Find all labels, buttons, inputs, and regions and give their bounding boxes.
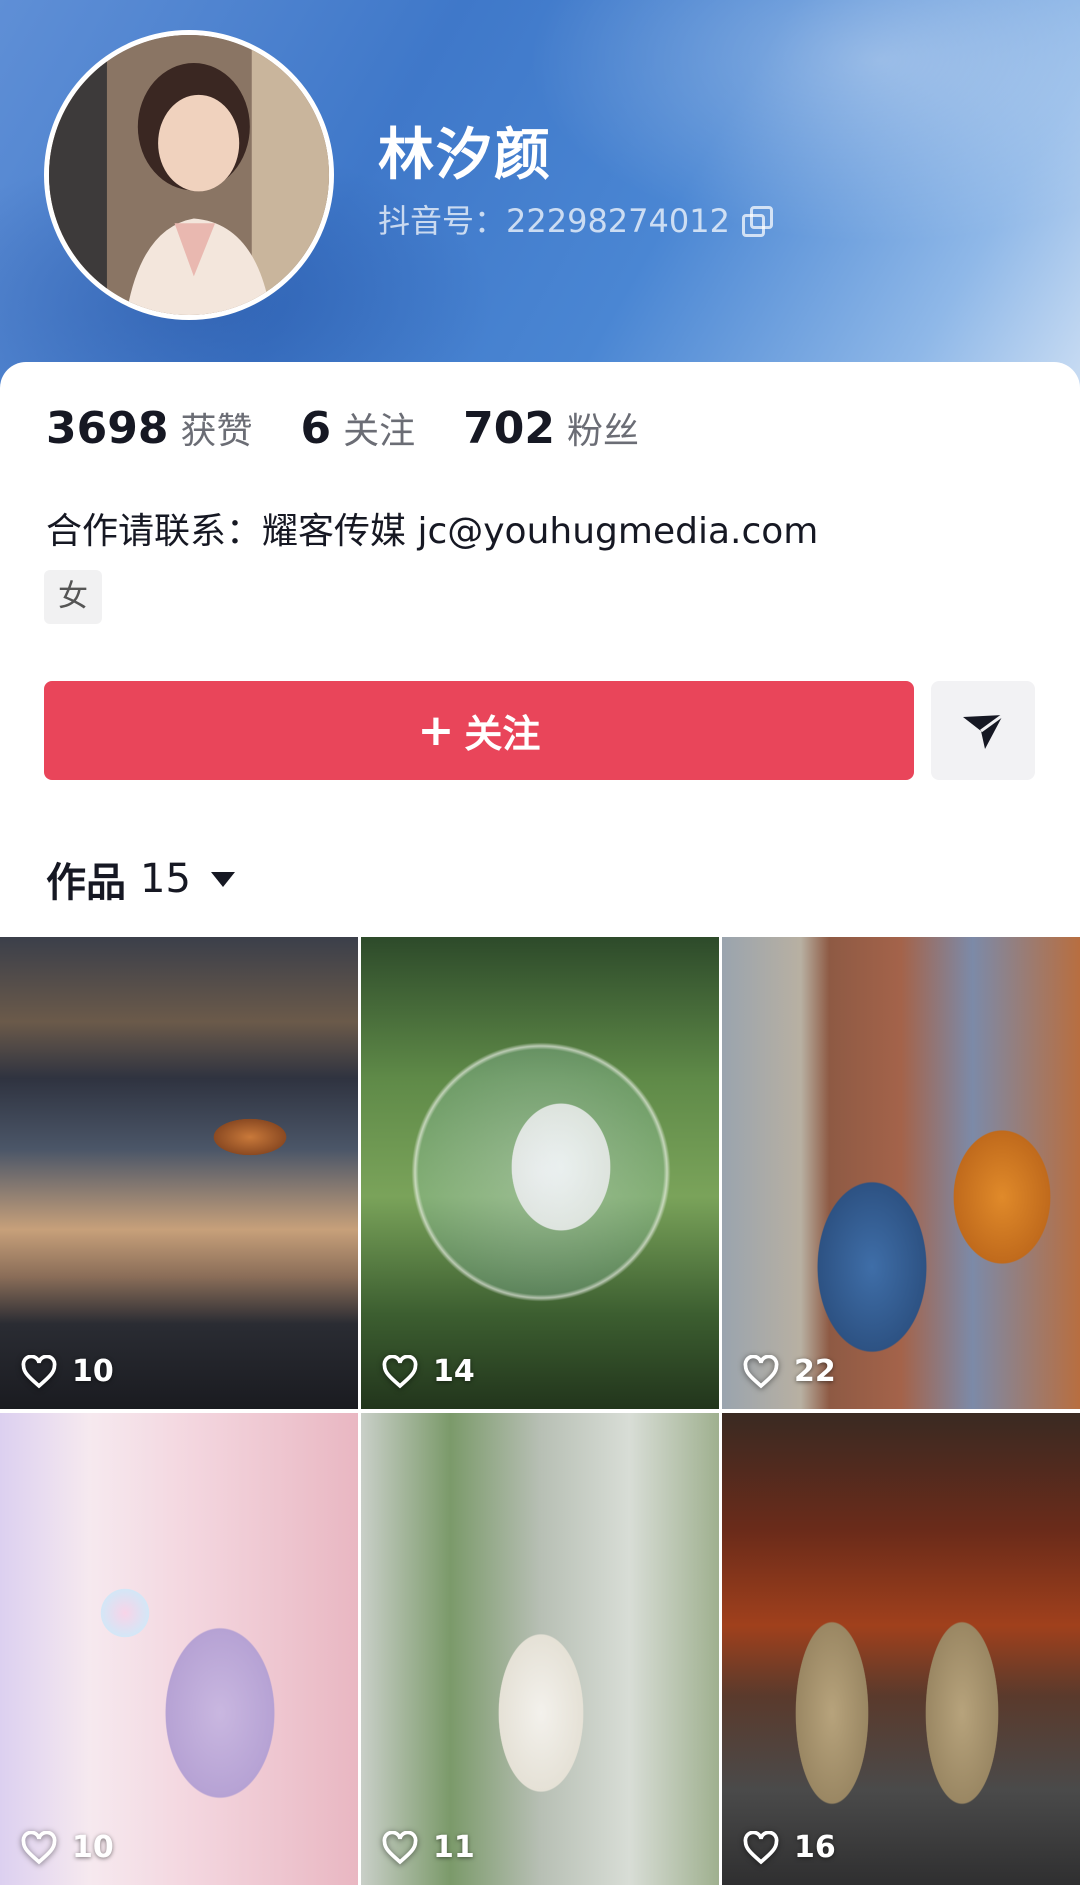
like-count: 16	[742, 1830, 836, 1865]
like-count-value: 10	[72, 1354, 114, 1389]
like-count: 11	[381, 1830, 475, 1865]
profile-name: 林汐颜	[378, 123, 552, 188]
heart-icon	[743, 1830, 779, 1864]
stat-following-value: 6	[300, 403, 332, 454]
avatar-image	[49, 35, 329, 315]
gender-tag: 女	[44, 570, 102, 624]
douyin-id: 抖音号：22298274012	[378, 196, 773, 242]
video-thumbnail[interactable]: 16	[722, 1413, 1080, 1885]
works-label: 作品	[46, 860, 126, 906]
like-count-value: 22	[794, 1354, 836, 1389]
stat-following[interactable]: 6 关注	[300, 402, 415, 454]
stat-likes-value: 3698	[46, 403, 169, 454]
heart-icon	[382, 1354, 418, 1388]
send-icon	[963, 713, 1004, 749]
works-tab[interactable]: 作品 15	[46, 850, 235, 908]
heart-icon	[21, 1830, 57, 1864]
like-count: 10	[20, 1830, 114, 1865]
follow-button-label: 关注	[464, 712, 541, 756]
stats-row: 3698 获赞 6 关注 702 粉丝	[46, 402, 687, 454]
copy-icon[interactable]	[741, 206, 773, 237]
like-count: 22	[742, 1354, 836, 1389]
message-button[interactable]	[931, 681, 1035, 780]
like-count-value: 14	[433, 1354, 475, 1389]
stat-followers-value: 702	[463, 403, 555, 454]
video-thumbnail[interactable]: 10	[0, 1413, 358, 1885]
bio-text: 合作请联系：耀客传媒 jc@youhugmedia.com	[46, 511, 819, 552]
follow-button[interactable]: + 关注	[44, 681, 914, 780]
heart-icon	[21, 1354, 57, 1388]
like-count: 14	[381, 1354, 475, 1389]
like-count: 10	[20, 1354, 114, 1389]
like-count-value: 11	[433, 1830, 475, 1865]
video-thumbnail[interactable]: 10	[0, 937, 358, 1409]
heart-icon	[382, 1830, 418, 1864]
works-count: 15	[140, 856, 191, 902]
heart-icon	[743, 1354, 779, 1388]
stat-likes-label: 获赞	[180, 411, 253, 452]
video-grid: 10 14 22 10 11 16	[0, 937, 1080, 1885]
stat-followers-label: 粉丝	[566, 411, 639, 452]
video-thumbnail[interactable]: 14	[361, 937, 719, 1409]
video-thumbnail[interactable]: 22	[722, 937, 1080, 1409]
avatar[interactable]	[44, 30, 334, 320]
caret-down-icon	[210, 871, 235, 887]
plus-icon: +	[417, 705, 455, 756]
like-count-value: 10	[72, 1830, 114, 1865]
stat-likes[interactable]: 3698 获赞	[46, 402, 252, 454]
like-count-value: 16	[794, 1830, 836, 1865]
douyin-id-text: 抖音号：22298274012	[378, 202, 730, 240]
stat-followers[interactable]: 702 粉丝	[463, 402, 639, 454]
video-thumbnail[interactable]: 11	[361, 1413, 719, 1885]
stat-following-label: 关注	[343, 411, 416, 452]
